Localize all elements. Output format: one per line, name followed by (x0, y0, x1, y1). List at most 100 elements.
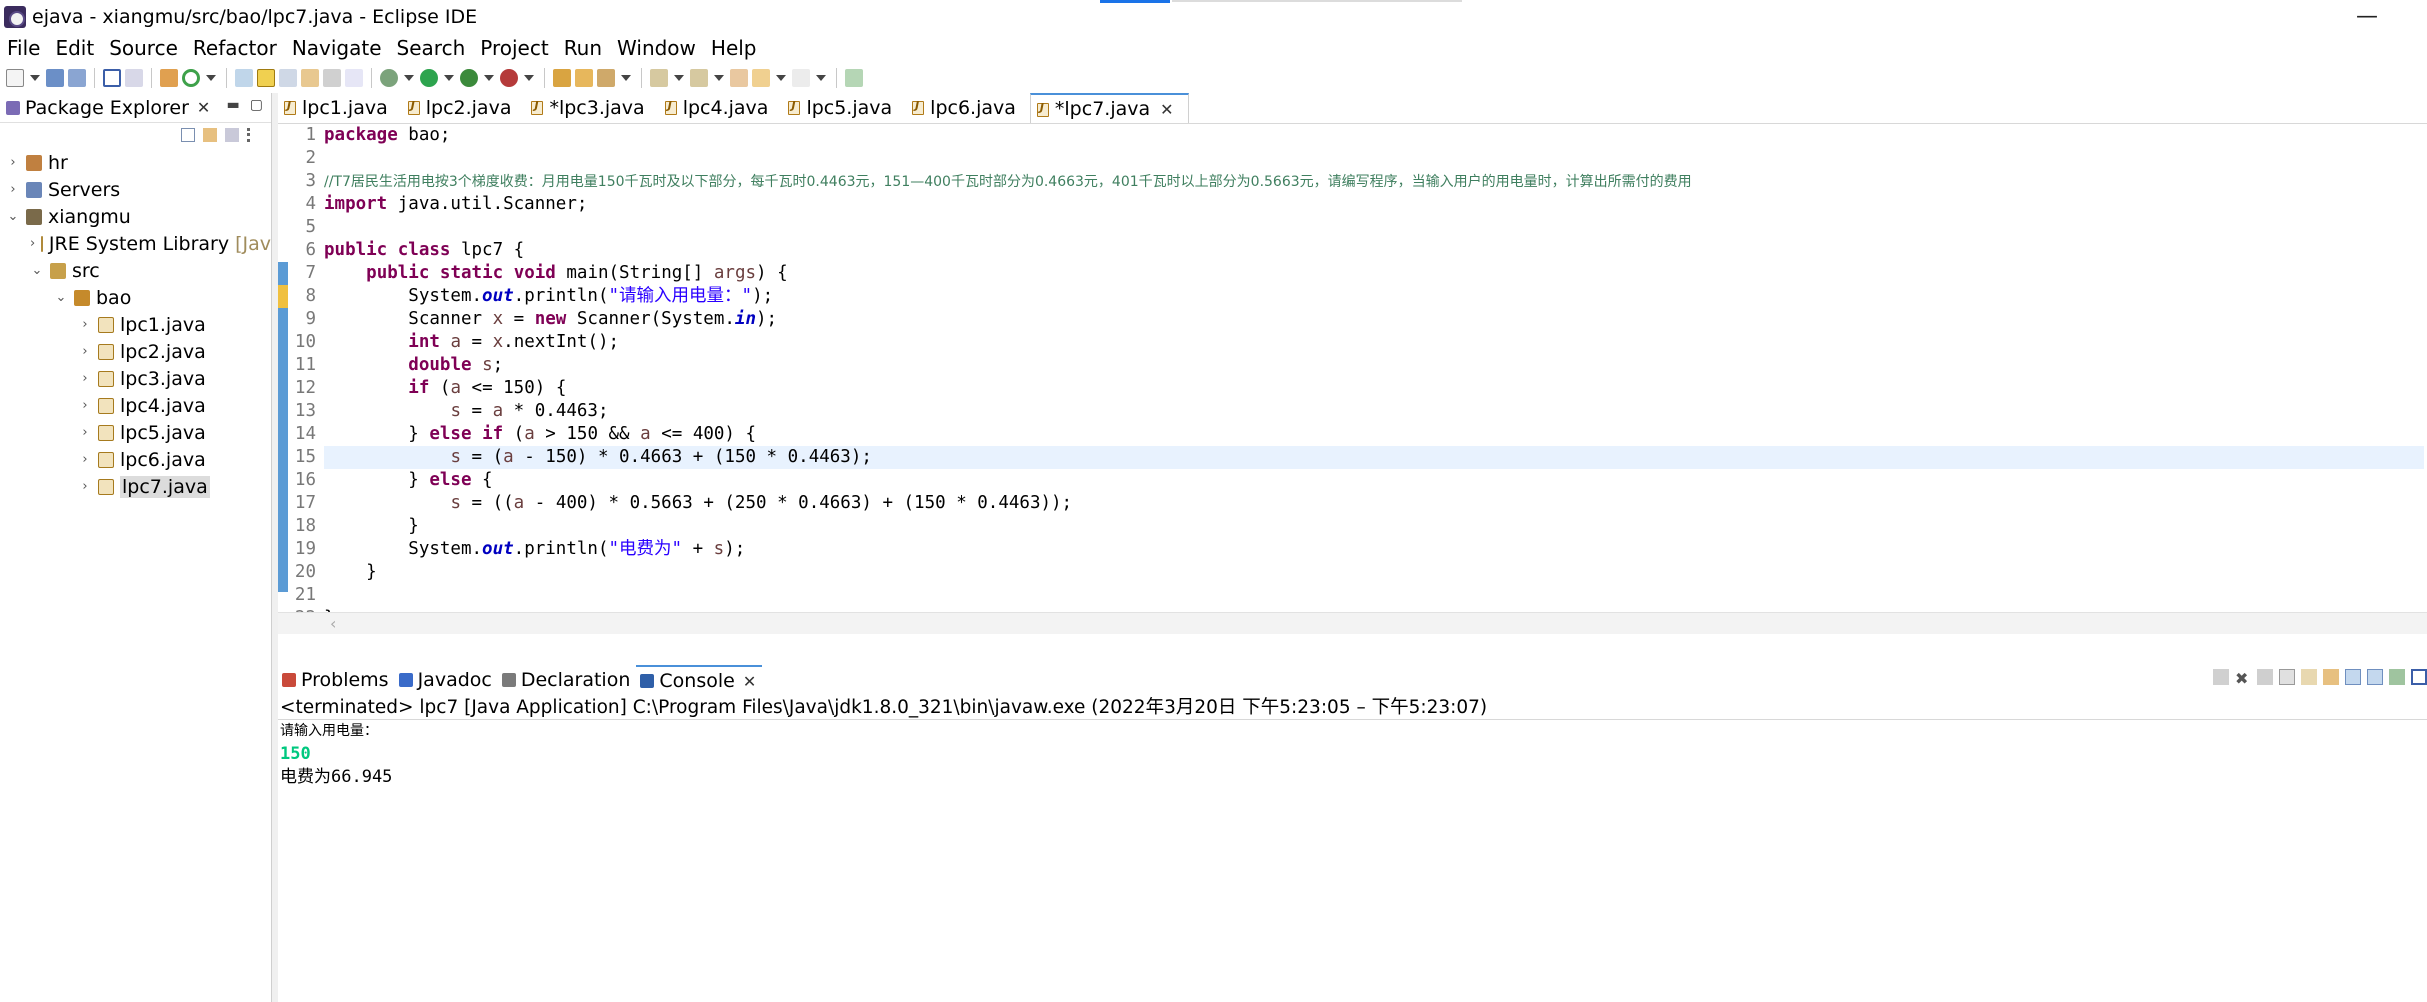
forward-icon[interactable] (792, 69, 810, 87)
tree-item-servers[interactable]: › Servers (0, 176, 271, 203)
code-line[interactable] (324, 216, 1692, 239)
clear-console-icon[interactable] (2279, 669, 2295, 685)
terminate-icon[interactable] (2213, 669, 2229, 685)
tree-item-lpc2-java[interactable]: › lpc2.java (0, 338, 271, 365)
tab-javadoc[interactable]: Javadoc (395, 665, 498, 695)
chevron-right-icon[interactable]: › (78, 425, 92, 440)
show-whitespace-icon[interactable] (345, 69, 363, 87)
search-type-icon[interactable] (235, 69, 253, 87)
code-line[interactable]: Scanner x = new Scanner(System.in); (324, 308, 1692, 331)
save-icon[interactable] (46, 69, 64, 87)
menu-file[interactable]: File (0, 33, 48, 63)
scroll-left-icon[interactable]: ‹ (330, 614, 336, 633)
tree-item-lpc3-java[interactable]: › lpc3.java (0, 365, 271, 392)
menu-search[interactable]: Search (390, 33, 474, 63)
scroll-lock-icon[interactable] (2301, 669, 2317, 685)
chevron-down-icon[interactable]: ⌄ (6, 209, 20, 224)
task-dropdown-icon[interactable] (621, 75, 631, 81)
open-type-icon[interactable] (575, 69, 593, 87)
maximize-view-icon[interactable]: ▢ (250, 97, 263, 113)
console-output[interactable]: 请输入用电量： 150 电费为66.945 (278, 720, 2427, 1002)
run-icon[interactable] (420, 69, 438, 87)
pin-console-icon[interactable] (2389, 669, 2405, 685)
code-line[interactable]: public static void main(String[] args) { (324, 262, 1692, 285)
editor-tab-lpc1-java[interactable]: lpc1.java (278, 93, 402, 123)
coverage-dropdown-icon[interactable] (484, 75, 494, 81)
chevron-down-icon[interactable]: ⌄ (30, 263, 44, 278)
menu-refactor[interactable]: Refactor (186, 33, 285, 63)
link-editor-icon[interactable] (279, 69, 297, 87)
back-icon[interactable] (752, 69, 770, 87)
show-on-output-icon[interactable] (2345, 669, 2361, 685)
code-line[interactable] (324, 147, 1692, 170)
coverage-icon[interactable] (460, 69, 478, 87)
open-task-icon[interactable] (597, 69, 615, 87)
code-line[interactable]: import java.util.Scanner; (324, 193, 1692, 216)
last-edit-location-icon[interactable] (730, 69, 748, 87)
new-dropdown-icon[interactable] (30, 75, 40, 81)
code-line[interactable]: s = (a - 150) * 0.4663 + (150 * 0.4463); (324, 446, 1692, 469)
tab-console[interactable]: Console ✕ (636, 665, 763, 695)
run-dropdown-icon[interactable] (444, 75, 454, 81)
new-icon[interactable] (6, 69, 24, 87)
chevron-right-icon[interactable]: › (78, 317, 92, 332)
annotation-icon[interactable] (301, 69, 319, 87)
tree-item-lpc4-java[interactable]: › lpc4.java (0, 392, 271, 419)
chevron-right-icon[interactable]: › (78, 371, 92, 386)
minimize-button[interactable]: — (2347, 0, 2387, 33)
external-tools-dropdown-icon[interactable] (524, 75, 534, 81)
code-line[interactable]: if (a <= 150) { (324, 377, 1692, 400)
skip-breakpoints-icon[interactable] (125, 69, 143, 87)
tree-item-xiangmu[interactable]: ⌄ xiangmu (0, 203, 271, 230)
toggle-block-icon[interactable] (323, 69, 341, 87)
tree-item-bao[interactable]: ⌄ bao (0, 284, 271, 311)
word-wrap-icon[interactable] (2323, 669, 2339, 685)
editor-tab-lpc3-java[interactable]: *lpc3.java (525, 93, 658, 123)
chevron-right-icon[interactable]: › (30, 236, 35, 251)
menu-edit[interactable]: Edit (48, 33, 102, 63)
code-line[interactable]: public class lpc7 { (324, 239, 1692, 262)
collapse-all-icon[interactable] (181, 128, 195, 142)
code-line[interactable]: } (324, 515, 1692, 538)
code-line[interactable]: System.out.println("电费为" + s); (324, 538, 1692, 561)
editor-tab-lpc4-java[interactable]: lpc4.java (659, 93, 783, 123)
previous-annotation-dropdown-icon[interactable] (714, 75, 724, 81)
next-annotation-icon[interactable] (650, 69, 668, 87)
code-line[interactable]: package bao; (324, 124, 1692, 147)
new-java-package-icon[interactable] (553, 69, 571, 87)
code-line[interactable]: s = a * 0.4463; (324, 400, 1692, 423)
forward-dropdown-icon[interactable] (816, 75, 826, 81)
refresh-icon[interactable] (182, 69, 200, 87)
tree-item-lpc6-java[interactable]: › lpc6.java (0, 446, 271, 473)
tree-item-jre-system-library[interactable]: › JRE System Library [Jav (0, 230, 271, 257)
close-icon[interactable]: ✕ (197, 98, 210, 117)
code-line[interactable]: s = ((a - 400) * 0.5663 + (250 * 0.4663)… (324, 492, 1692, 515)
code-line[interactable]: //T7居民生活用电按3个梯度收费：月用电量150千瓦时及以下部分，每千瓦时0.… (324, 170, 1692, 193)
code-line[interactable]: } else { (324, 469, 1692, 492)
editor-tab-lpc7-java[interactable]: *lpc7.java ✕ (1029, 93, 1189, 123)
menu-navigate[interactable]: Navigate (285, 33, 390, 63)
tab-declaration[interactable]: Declaration (498, 665, 637, 695)
tab-package-explorer[interactable]: Package Explorer ✕ (0, 93, 216, 123)
code-line[interactable]: double s; (324, 354, 1692, 377)
code-line[interactable]: System.out.println("请输入用电量："); (324, 285, 1692, 308)
remove-all-terminated-icon[interactable] (2257, 669, 2273, 685)
previous-annotation-icon[interactable] (690, 69, 708, 87)
tree-item-src[interactable]: ⌄ src (0, 257, 271, 284)
menu-help[interactable]: Help (704, 33, 765, 63)
tree-item-lpc5-java[interactable]: › lpc5.java (0, 419, 271, 446)
chevron-right-icon[interactable]: › (6, 182, 20, 197)
link-with-editor-icon[interactable] (203, 128, 217, 142)
code-line[interactable] (324, 584, 1692, 607)
code-editor[interactable]: 12345678910111213141516171819202122 pack… (278, 124, 2427, 634)
mark-occurrences-icon[interactable] (257, 69, 275, 87)
chevron-right-icon[interactable]: › (78, 479, 92, 494)
close-icon[interactable]: ✕ (1160, 100, 1173, 119)
tree-item-lpc1-java[interactable]: › lpc1.java (0, 311, 271, 338)
build-icon[interactable] (160, 69, 178, 87)
back-dropdown-icon[interactable] (776, 75, 786, 81)
editor-tab-lpc2-java[interactable]: lpc2.java (402, 93, 526, 123)
chevron-right-icon[interactable]: › (78, 398, 92, 413)
editor-tab-lpc6-java[interactable]: lpc6.java (906, 93, 1030, 123)
tab-problems[interactable]: Problems (278, 665, 395, 695)
